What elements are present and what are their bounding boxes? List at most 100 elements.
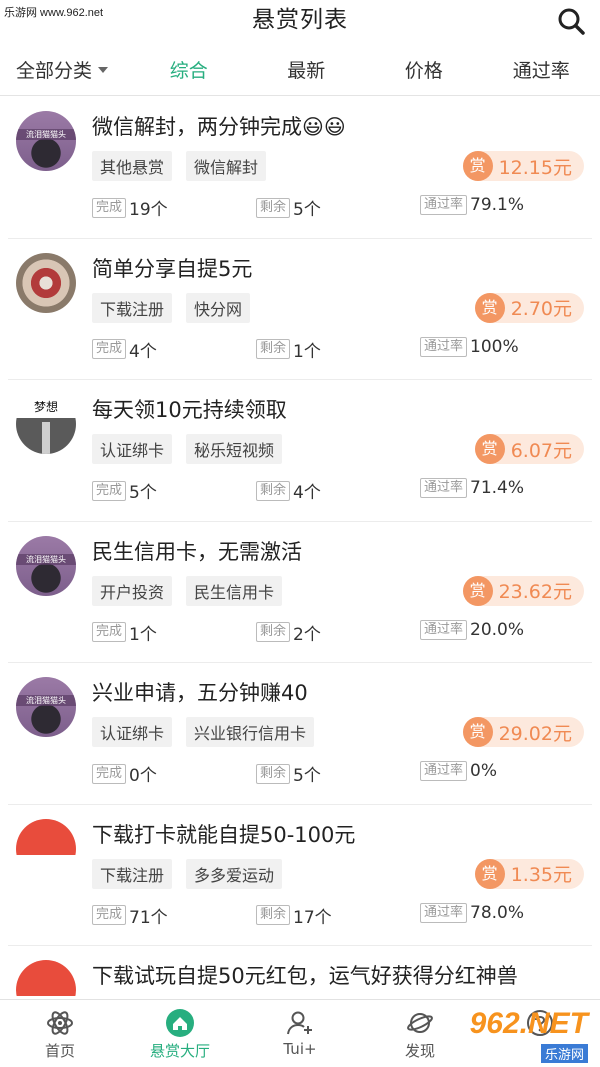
tag: 兴业银行信用卡 [186, 717, 315, 747]
reward-amount: 6.07元 [510, 439, 572, 462]
category-dropdown[interactable]: 全部分类 [0, 56, 130, 83]
pass-label: 通过率 [420, 761, 468, 781]
done-count: 0个 [129, 766, 157, 786]
tab-price[interactable]: 价格 [365, 56, 483, 83]
task-card[interactable]: 流泪猫猫头 微信解封，两分钟完成😃😃 其他悬赏 微信解封 赏 12.15元 完成 1… [8, 97, 592, 239]
tag: 下载注册 [92, 858, 173, 889]
tag: 多多爱运动 [186, 858, 283, 889]
avatar: 流泪猫猫头 [16, 677, 76, 737]
tab-bounty-hall[interactable]: 悬赏大厅 [120, 1000, 240, 1067]
tag: 开户投资 [92, 575, 173, 606]
task-tags: 认证绑卡 兴业银行信用卡 [92, 717, 315, 747]
planet-icon [407, 1013, 433, 1033]
task-card[interactable]: 流泪猫猫头 兴业申请，五分钟赚40 认证绑卡 兴业银行信用卡 赏 29.02元 完… [8, 663, 592, 805]
task-title: 下载打卡就能自提50-100元 [92, 822, 356, 847]
reward-icon: 赏 [462, 151, 493, 181]
reward-icon: 赏 [462, 575, 493, 606]
done-count: 19个 [129, 200, 168, 220]
tab-latest[interactable]: 最新 [248, 56, 366, 83]
task-stats: 完成 1个 剩余 2个 通过率 20.0% [92, 619, 572, 646]
task-tags: 其他悬赏 微信解封 [92, 151, 267, 181]
tag: 下载注册 [92, 292, 173, 323]
task-tags: 下载注册 快分网 [92, 292, 251, 323]
pass-rate: 20.0% [470, 619, 525, 640]
done-label: 完成 [92, 622, 127, 642]
avatar: 梦想 [16, 394, 76, 454]
remain-label: 剩余 [256, 905, 291, 925]
done-count: 71个 [129, 907, 168, 928]
done-label: 完成 [92, 480, 127, 501]
pass-label: 通过率 [420, 478, 468, 498]
watermark-bottom: 962.NET 乐游网 [464, 1007, 594, 1063]
pass-rate: 100% [470, 336, 519, 357]
task-card[interactable]: 简单分享自提5元 下载注册 快分网 赏 2.70元 完成 4个 剩余 1个 通过率 10… [8, 239, 592, 380]
tab-discover[interactable]: 发现 [360, 1000, 480, 1067]
reward-icon: 赏 [462, 717, 493, 747]
reward-amount: 29.02元 [498, 722, 572, 745]
task-card[interactable]: 梦想 每天领10元持续领取 认证绑卡 秘乐短视频 赏 6.07元 完成 5个 剩余 4… [8, 380, 592, 522]
remain-count: 2个 [293, 624, 321, 645]
pass-label: 通过率 [420, 902, 468, 923]
avatar [16, 252, 76, 313]
add-user-icon [287, 1011, 312, 1035]
remain-label: 剩余 [256, 339, 291, 359]
watermark-num: 962.NET [469, 1007, 588, 1040]
avatar-text: 梦想 [33, 400, 58, 414]
tab-label: Tui+ [283, 1040, 317, 1058]
task-title: 民生信用卡，无需激活 [92, 539, 302, 564]
task-title: 简单分享自提5元 [92, 256, 253, 281]
pass-rate: 0% [470, 761, 497, 781]
tab-label: 悬赏大厅 [149, 1042, 210, 1060]
reward-badge: 赏 6.07元 [474, 434, 584, 464]
remain-count: 4个 [293, 483, 321, 503]
tag: 认证绑卡 [92, 717, 173, 747]
remain-label: 剩余 [256, 480, 291, 501]
done-label: 完成 [92, 339, 127, 359]
task-title: 微信解封，两分钟完成😃😃 [92, 115, 346, 139]
pass-label: 通过率 [420, 195, 468, 215]
task-tags: 认证绑卡 秘乐短视频 [92, 434, 283, 464]
search-icon[interactable] [556, 6, 586, 36]
reward-badge: 赏 12.15元 [462, 151, 584, 181]
tab-comprehensive[interactable]: 综合 [130, 56, 248, 83]
task-title: 下载试玩自提50元红包，运气好获得分红神兽 [92, 964, 518, 988]
task-title: 兴业申请，五分钟赚40 [92, 681, 308, 705]
reward-badge: 赏 23.62元 [462, 575, 584, 606]
task-card[interactable]: 流泪猫猫头 民生信用卡，无需激活 开户投资 民生信用卡 赏 23.62元 完成 1个… [8, 522, 592, 663]
avatar: 流泪猫猫头 [16, 535, 76, 596]
task-card[interactable]: 下载试玩自提50元红包，运气好获得分红神兽 [8, 946, 592, 999]
avatar [16, 960, 76, 999]
reward-badge: 赏 29.02元 [462, 717, 584, 747]
tab-home[interactable]: 首页 [0, 1000, 120, 1067]
tag: 快分网 [186, 292, 251, 323]
task-stats: 完成 0个 剩余 5个 通过率 0% [92, 761, 572, 787]
task-tags: 开户投资 民生信用卡 [92, 575, 283, 606]
tag: 认证绑卡 [92, 434, 173, 464]
pass-label: 通过率 [420, 336, 468, 357]
reward-amount: 2.70元 [510, 298, 572, 320]
task-tags: 下载注册 多多爱运动 [92, 858, 283, 889]
atom-icon [47, 1011, 73, 1035]
tab-tui[interactable]: Tui+ [240, 1000, 360, 1067]
done-count: 5个 [129, 483, 157, 503]
task-stats: 完成 5个 剩余 4个 通过率 71.4% [92, 478, 572, 504]
avatar-text: 流泪猫猫头 [16, 695, 76, 706]
tag: 微信解封 [186, 151, 267, 181]
task-stats: 完成 71个 剩余 17个 通过率 78.0% [92, 902, 572, 929]
reward-icon: 赏 [474, 858, 505, 889]
tag: 其他悬赏 [92, 151, 173, 181]
filter-bar: 全部分类 综合 最新 价格 通过率 [0, 44, 600, 96]
tag: 民生信用卡 [186, 575, 283, 606]
pass-rate: 79.1% [470, 195, 525, 215]
task-card[interactable]: 下载打卡就能自提50-100元 下载注册 多多爱运动 赏 1.35元 完成 71个 … [8, 805, 592, 946]
remain-label: 剩余 [256, 197, 291, 218]
remain-label: 剩余 [256, 763, 291, 784]
task-list: 流泪猫猫头 微信解封，两分钟完成😃😃 其他悬赏 微信解封 赏 12.15元 完成 1… [0, 97, 600, 999]
done-label: 完成 [92, 197, 127, 218]
tab-pass-rate[interactable]: 通过率 [483, 56, 600, 83]
home-icon [166, 1009, 194, 1037]
reward-icon: 赏 [474, 434, 505, 464]
task-stats: 完成 4个 剩余 1个 通过率 100% [92, 336, 572, 363]
reward-icon: 赏 [474, 292, 505, 323]
avatar: 流泪猫猫头 [16, 111, 76, 171]
